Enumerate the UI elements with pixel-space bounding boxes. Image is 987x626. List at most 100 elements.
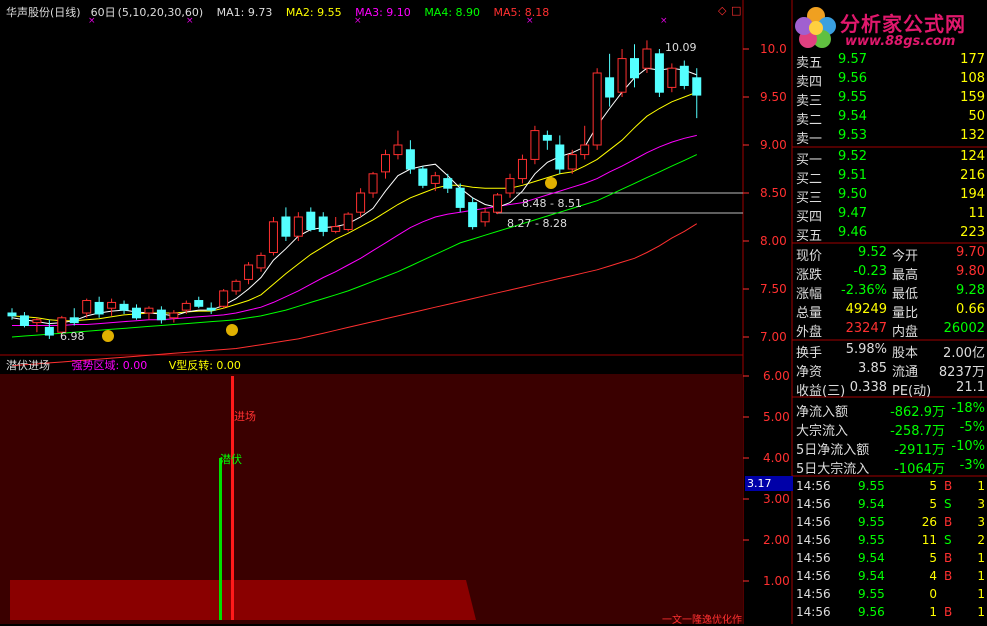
logo-title: 分析家公式网 bbox=[840, 12, 966, 36]
candle-down[interactable] bbox=[654, 53, 664, 93]
candle-down[interactable] bbox=[679, 65, 689, 86]
bid-row-3[interactable]: 买三 9.50 194 bbox=[794, 187, 987, 206]
candle-up[interactable] bbox=[169, 312, 179, 319]
candle-up[interactable] bbox=[268, 221, 278, 254]
indicator-title[interactable]: 潜伏进场 bbox=[6, 359, 50, 372]
flow-row: 净流入额 -862.9万 -18% bbox=[796, 401, 985, 420]
bid-row-1[interactable]: 买一 9.52 124 bbox=[794, 149, 987, 168]
ma2-value: MA2: 9.55 bbox=[285, 6, 342, 19]
candle-down[interactable] bbox=[468, 202, 478, 228]
site-logo: 分析家公式网 www.88gs.com bbox=[790, 2, 987, 54]
tick-row[interactable]: 14:56 9.54 5 B 1 bbox=[794, 551, 987, 569]
low-label: 6.98 bbox=[60, 330, 85, 343]
candle-down[interactable] bbox=[418, 168, 428, 186]
tick-row[interactable]: 14:56 9.55 26 B 3 bbox=[794, 515, 987, 533]
signal-face-icon bbox=[226, 324, 238, 336]
ma1-value: MA1: 9.73 bbox=[216, 6, 273, 19]
candle-down[interactable] bbox=[692, 77, 702, 96]
bid-row-4[interactable]: 买四 9.47 11 bbox=[794, 206, 987, 225]
candle-up[interactable] bbox=[480, 211, 490, 223]
tick-row[interactable]: 14:56 9.56 1 B 1 bbox=[794, 605, 987, 623]
candle-up[interactable] bbox=[493, 194, 503, 213]
candle-up[interactable] bbox=[580, 144, 590, 156]
candle-down[interactable] bbox=[455, 187, 465, 208]
candle-down[interactable] bbox=[306, 211, 316, 230]
candle-down[interactable] bbox=[7, 312, 17, 317]
candle-down[interactable] bbox=[44, 326, 54, 336]
candle-down[interactable] bbox=[194, 300, 204, 307]
logo-url: www.88gs.com bbox=[845, 34, 956, 49]
candle-up[interactable] bbox=[667, 67, 677, 88]
ma4-value: MA4: 8.90 bbox=[424, 6, 481, 19]
stat-row: 总量 49249 量比 0.66 bbox=[796, 302, 985, 321]
tick-row[interactable]: 14:56 9.55 5 B 1 bbox=[794, 479, 987, 497]
lurk-signal-label: 潜伏 bbox=[220, 453, 242, 466]
bid-row-2[interactable]: 买二 9.51 216 bbox=[794, 168, 987, 187]
candle-up[interactable] bbox=[219, 290, 229, 307]
ask-row-4[interactable]: 卖四 9.56 108 bbox=[794, 71, 987, 90]
bid-row-5[interactable]: 买五 9.46 223 bbox=[794, 225, 987, 244]
candle-up[interactable] bbox=[144, 307, 154, 314]
indicator-tick: 5.00 bbox=[763, 410, 790, 424]
price-tick: 7.00 bbox=[760, 330, 787, 344]
candle-up[interactable] bbox=[617, 58, 627, 93]
candle-down[interactable] bbox=[405, 149, 415, 170]
current-value-tag: 3.17 bbox=[745, 476, 793, 491]
candle-down[interactable] bbox=[156, 309, 166, 321]
candle-up[interactable] bbox=[181, 302, 191, 311]
flow-row: 5日大宗流入 -1064万 -3% bbox=[796, 458, 985, 477]
candle-up[interactable] bbox=[368, 173, 378, 194]
candle-up[interactable] bbox=[256, 254, 266, 269]
candle-down[interactable] bbox=[630, 58, 639, 79]
close-square-icon[interactable]: □ bbox=[731, 4, 741, 17]
candle-down[interactable] bbox=[281, 216, 291, 237]
candle-up[interactable] bbox=[331, 226, 341, 232]
candle-up[interactable] bbox=[244, 264, 254, 280]
candle-up[interactable] bbox=[567, 154, 577, 170]
candle-down[interactable] bbox=[94, 301, 104, 315]
ask-row-5[interactable]: 卖五 9.57 177 bbox=[794, 52, 987, 71]
candle-up[interactable] bbox=[517, 158, 527, 180]
ask-row-3[interactable]: 卖三 9.55 159 bbox=[794, 90, 987, 109]
candle-up[interactable] bbox=[107, 301, 117, 309]
candle-down[interactable] bbox=[555, 144, 565, 170]
flow-row: 5日净流入额 -2911万 -10% bbox=[796, 439, 985, 458]
stat-row: 净资 3.85 流通 8237万 bbox=[796, 361, 985, 380]
candle-down[interactable] bbox=[318, 216, 328, 232]
stock-name[interactable]: 华声股份(日线) bbox=[6, 6, 81, 19]
tick-row[interactable]: 14:56 9.54 5 S 3 bbox=[794, 497, 987, 515]
stat-row: 外盘 23247 内盘 26002 bbox=[796, 321, 985, 340]
candle-down[interactable] bbox=[443, 178, 453, 189]
menu-diamond-icon[interactable]: ◇ bbox=[718, 4, 726, 17]
candle-up[interactable] bbox=[356, 192, 366, 213]
candle-down[interactable] bbox=[119, 303, 129, 311]
range-label-1: 8.48 - 8.51 bbox=[522, 197, 582, 210]
candle-up[interactable] bbox=[343, 213, 353, 230]
candle-up[interactable] bbox=[393, 144, 403, 156]
price-axis-ticks bbox=[743, 48, 749, 582]
tick-row[interactable]: 14:56 9.54 4 B 1 bbox=[794, 569, 987, 587]
candle-down[interactable] bbox=[605, 77, 615, 98]
candle-up[interactable] bbox=[592, 72, 602, 146]
candle-up[interactable] bbox=[32, 319, 42, 324]
ask-row-1[interactable]: 卖一 9.53 132 bbox=[794, 128, 987, 147]
price-tick: 9.50 bbox=[760, 90, 787, 104]
candle-up[interactable] bbox=[642, 48, 652, 69]
candle-up[interactable] bbox=[231, 280, 241, 292]
candle-up[interactable] bbox=[381, 154, 390, 173]
candle-down[interactable] bbox=[69, 317, 79, 324]
ask-row-2[interactable]: 卖二 9.54 50 bbox=[794, 109, 987, 128]
indicator-tick: 4.00 bbox=[763, 451, 790, 465]
candle-up[interactable] bbox=[293, 216, 303, 237]
candle-up[interactable] bbox=[530, 130, 540, 160]
candle-down[interactable] bbox=[19, 315, 29, 326]
indicator-tick: 2.00 bbox=[763, 533, 790, 547]
candle-up[interactable] bbox=[82, 300, 92, 314]
tick-row[interactable]: 14:56 9.55 0 1 bbox=[794, 587, 987, 605]
candle-down[interactable] bbox=[132, 307, 141, 319]
candle-down[interactable] bbox=[542, 134, 552, 141]
tick-row[interactable]: 14:56 9.55 11 S 2 bbox=[794, 533, 987, 551]
candle-down[interactable] bbox=[206, 307, 216, 311]
candle-up[interactable] bbox=[430, 175, 440, 184]
candle-up[interactable] bbox=[505, 178, 515, 194]
